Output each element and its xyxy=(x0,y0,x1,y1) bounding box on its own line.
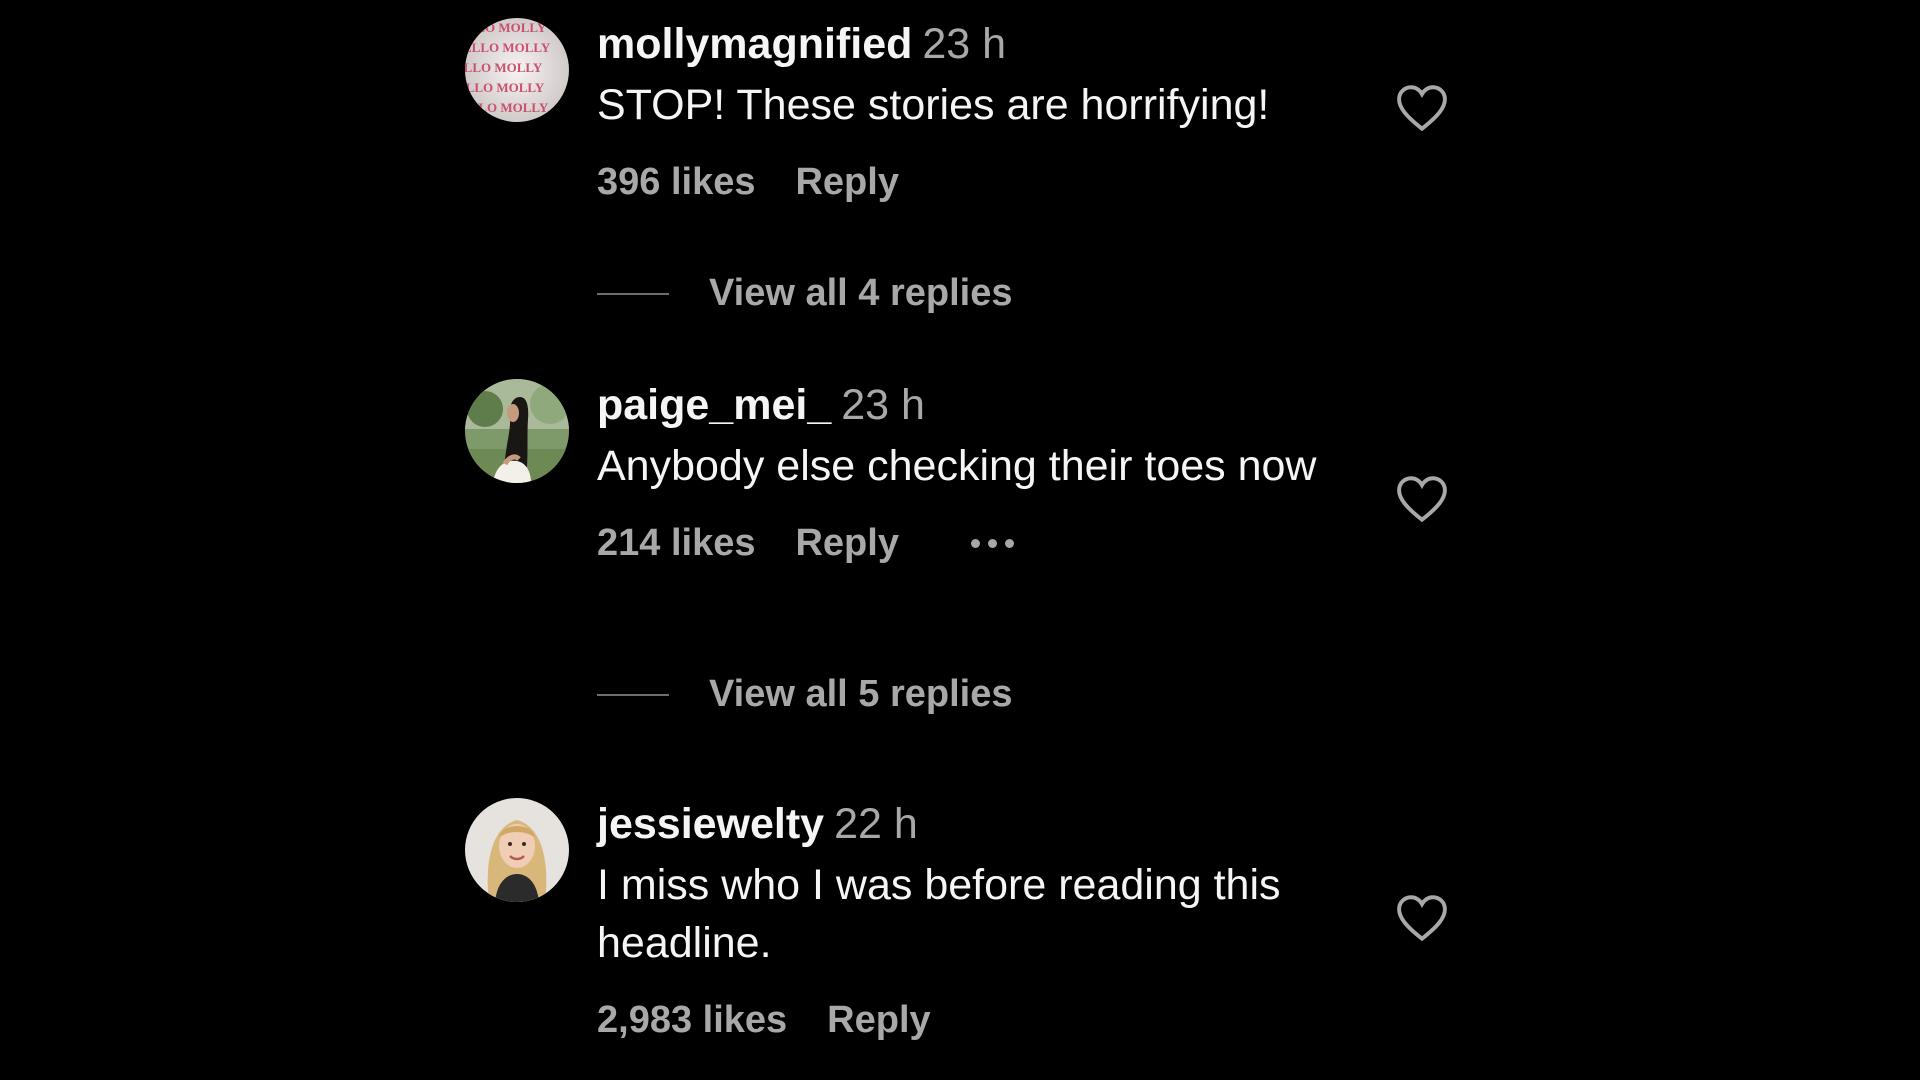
comment-body: jessiewelty 22 h I miss who I was before … xyxy=(597,798,1357,1046)
more-options-icon[interactable] xyxy=(970,538,1014,548)
view-replies-button[interactable]: View all 4 replies xyxy=(597,272,1012,315)
likes-count[interactable]: 214 likes xyxy=(597,517,755,569)
comment-text: STOP! These stories are horrifying! xyxy=(597,81,1270,129)
comment-body: paige_mei_ 23 h Anybody else checking the… xyxy=(597,379,1357,569)
heart-outline-icon[interactable] xyxy=(1395,894,1449,942)
timestamp: 22 h xyxy=(834,800,918,848)
comment-item: jessiewelty 22 h I miss who I was before … xyxy=(465,798,1465,1068)
comment-actions: 2,983 likes Reply xyxy=(597,994,1357,1046)
reply-button[interactable]: Reply xyxy=(795,517,898,569)
comment-text: Anybody else checking their toes now xyxy=(597,442,1317,490)
comment-header: paige_mei_ 23 h xyxy=(597,379,1357,431)
avatar-pattern-text: ELLO MOLLY xyxy=(465,40,551,55)
comment-text: I miss who I was before reading this hea… xyxy=(597,861,1281,967)
avatar-pattern-text: ELLO MOLLY xyxy=(465,60,543,75)
comment-actions: 214 likes Reply xyxy=(597,517,1357,569)
view-replies-label: View all 5 replies xyxy=(709,673,1013,715)
username-link[interactable]: mollymagnified xyxy=(597,20,912,68)
avatar[interactable]: ELLO MOLLY ELLO MOLLY ELLO MOLLY ELLO MO… xyxy=(465,18,569,122)
avatar[interactable] xyxy=(465,379,569,483)
comment-header: jessiewelty 22 h xyxy=(597,798,1357,850)
divider-line xyxy=(597,292,669,295)
avatar-pattern-text: ELLO MOLLY xyxy=(465,80,545,95)
reply-button[interactable]: Reply xyxy=(795,156,898,208)
divider-line xyxy=(597,693,669,696)
avatar[interactable] xyxy=(465,798,569,902)
likes-count[interactable]: 2,983 likes xyxy=(597,994,787,1046)
view-replies-label: View all 4 replies xyxy=(709,272,1013,314)
likes-count[interactable]: 396 likes xyxy=(597,156,755,208)
comment-body: mollymagnified 23 h STOP! These stories a… xyxy=(597,18,1357,208)
avatar-pattern-text: ELLO MOLLY xyxy=(465,100,549,115)
comment-header: mollymagnified 23 h xyxy=(597,18,1357,70)
comment-item: ELLO MOLLY ELLO MOLLY ELLO MOLLY ELLO MO… xyxy=(465,18,1465,328)
view-replies-button[interactable]: View all 5 replies xyxy=(597,673,1012,716)
comment-item: paige_mei_ 23 h Anybody else checking the… xyxy=(465,379,1465,749)
avatar-pattern-text: ELLO MOLLY xyxy=(465,20,547,35)
timestamp: 23 h xyxy=(841,381,925,429)
heart-outline-icon[interactable] xyxy=(1395,84,1449,132)
comment-actions: 396 likes Reply xyxy=(597,156,1357,208)
timestamp: 23 h xyxy=(922,20,1007,68)
username-link[interactable]: paige_mei_ xyxy=(597,381,831,429)
reply-button[interactable]: Reply xyxy=(827,994,930,1046)
heart-outline-icon[interactable] xyxy=(1395,475,1449,523)
username-link[interactable]: jessiewelty xyxy=(597,800,824,848)
